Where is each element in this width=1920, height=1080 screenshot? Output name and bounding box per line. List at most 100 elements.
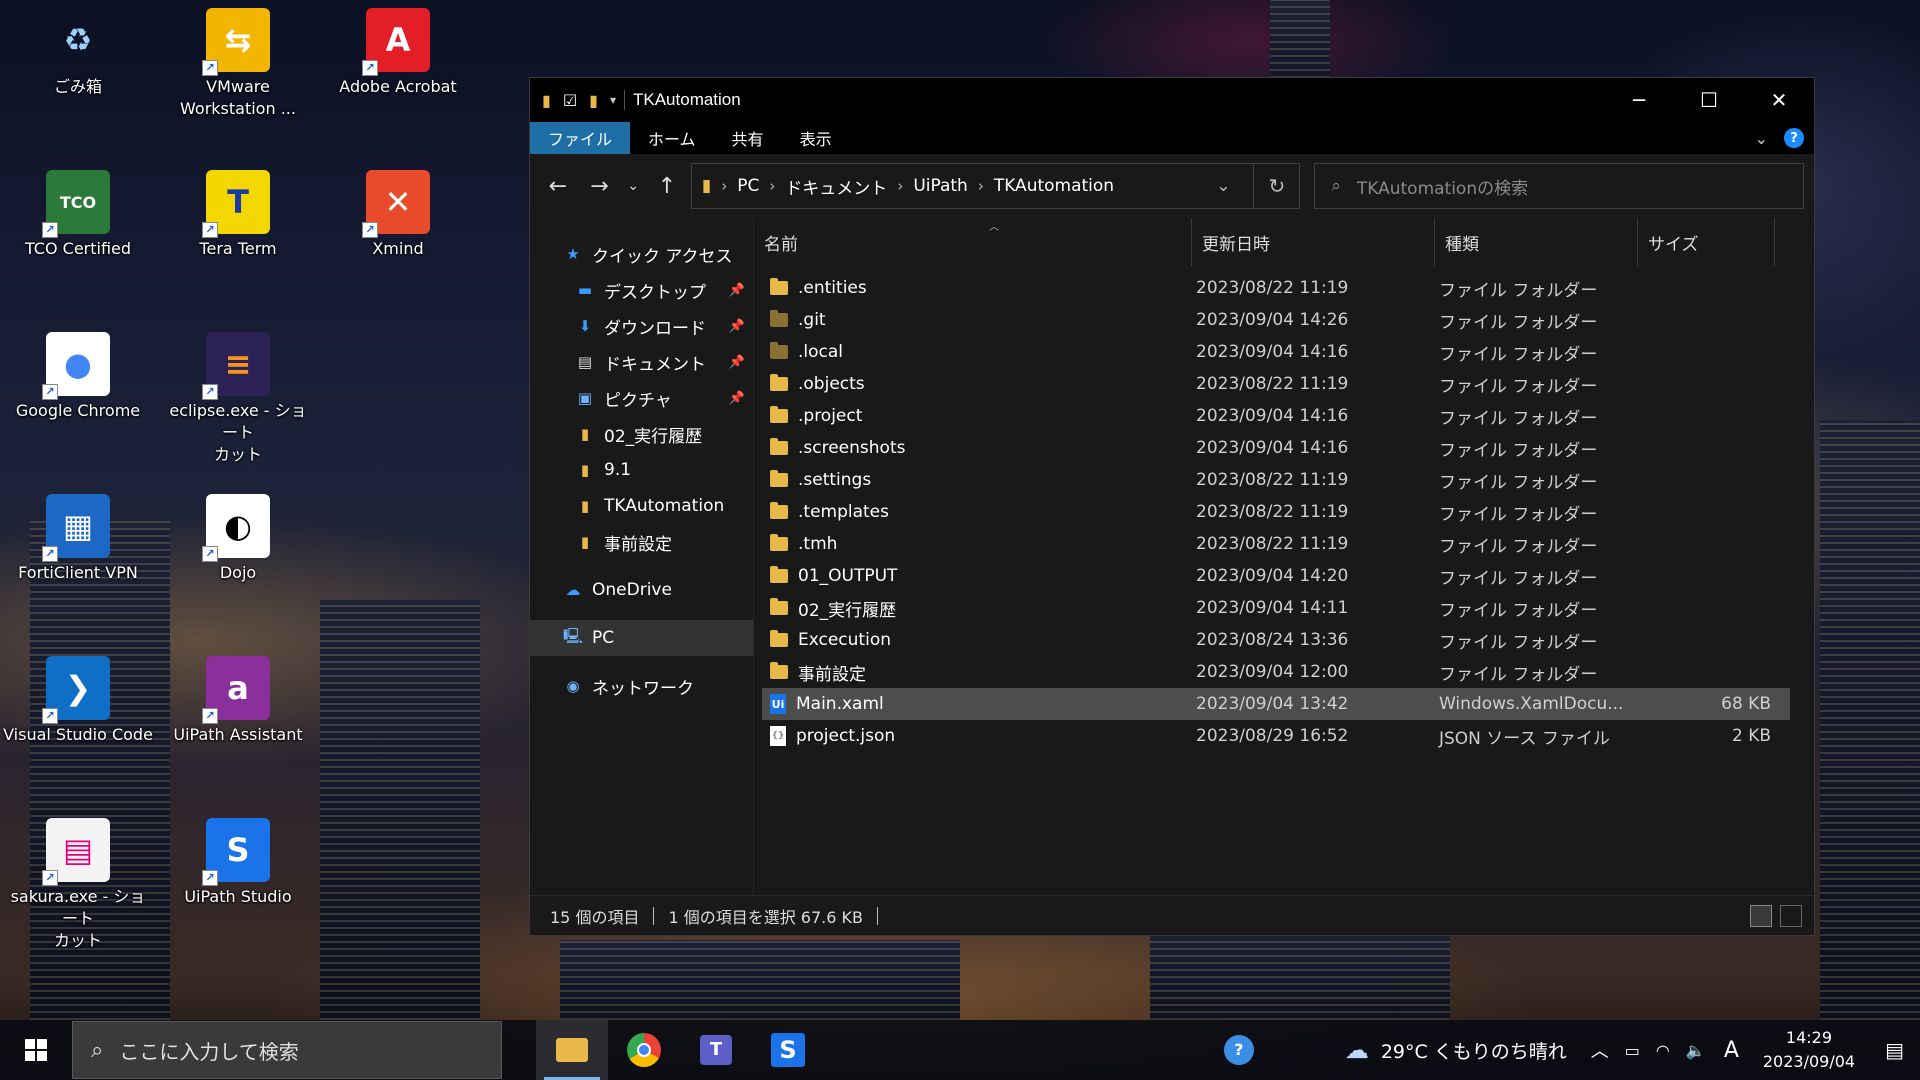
breadcrumb-tkautomation[interactable]: TKAutomation [994, 176, 1114, 196]
chevron-right-icon[interactable]: › [897, 177, 903, 195]
refresh-icon[interactable]: ↻ [1253, 164, 1299, 208]
desktop-icon-recycle-bin[interactable]: ♻ ごみ箱 [3, 8, 153, 98]
address-dropdown-icon[interactable]: ⌄ [1203, 176, 1243, 196]
file-row[interactable]: .templates 2023/08/22 11:19 ファイル フォルダー [762, 496, 1790, 528]
file-row[interactable]: .settings 2023/08/22 11:19 ファイル フォルダー [762, 464, 1790, 496]
breadcrumb-pc[interactable]: PC [737, 176, 759, 196]
chevron-right-icon[interactable]: › [721, 177, 727, 195]
tab-view[interactable]: 表示 [782, 122, 850, 154]
visual-studio-code-icon: ❯ ↗ [42, 656, 110, 724]
nav-quick-access[interactable]: ★ クイック アクセス [530, 236, 753, 272]
large-icons-view-icon[interactable] [1780, 904, 1802, 927]
taskbar-search-placeholder: ここに入力して検索 [119, 1039, 299, 1064]
file-row[interactable]: .git 2023/09/04 14:26 ファイル フォルダー [762, 304, 1790, 336]
up-icon[interactable]: ↑ [649, 174, 685, 199]
column-type[interactable]: 種類 [1435, 218, 1638, 266]
nav-item[interactable]: ▮ 事前設定 [530, 524, 753, 560]
volume-icon[interactable]: 🔈 [1678, 1041, 1714, 1060]
tab-file[interactable]: ファイル [530, 122, 631, 154]
nav-item[interactable]: ▮ 9.1 [530, 452, 753, 488]
breadcrumb-uipath[interactable]: UiPath [913, 176, 968, 196]
title-bar[interactable]: ▮ ☑ ▮ ▾ TKAutomation ─ ☐ ✕ [530, 78, 1814, 122]
column-name[interactable]: 名前 [754, 218, 1192, 266]
start-button[interactable] [0, 1020, 72, 1080]
wifi-icon[interactable]: ◠ [1648, 1041, 1678, 1060]
nav-item[interactable]: ▤ ドキュメント 📌 [530, 344, 753, 380]
taskbar-chrome[interactable] [608, 1020, 680, 1080]
nav-onedrive[interactable]: ☁ OneDrive [530, 572, 753, 608]
desktop-icon-tera-term[interactable]: T ↗ Tera Term [163, 170, 313, 260]
tab-share[interactable]: 共有 [714, 122, 782, 154]
help-icon[interactable]: ? [1784, 128, 1804, 148]
properties-icon[interactable]: ☑ [563, 91, 577, 110]
column-date[interactable]: 更新日時 [1192, 218, 1435, 266]
file-row[interactable]: .project 2023/09/04 14:16 ファイル フォルダー [762, 400, 1790, 432]
address-bar[interactable]: ▮ › PC › ドキュメント › UiPath › TKAutomation … [690, 163, 1301, 209]
maximize-button[interactable]: ☐ [1674, 78, 1744, 122]
breadcrumb-documents[interactable]: ドキュメント [785, 174, 887, 199]
desktop-icon-dojo[interactable]: ◐ ↗ Dojo [163, 494, 313, 584]
close-button[interactable]: ✕ [1744, 78, 1814, 122]
search-box[interactable]: ⌕ TKAutomationの検索 [1314, 163, 1804, 209]
taskbar-search[interactable]: ⌕ ここに入力して検索 [72, 1021, 502, 1079]
taskbar-uipath-studio[interactable]: S [752, 1020, 824, 1080]
desktop-icon-tco-certified[interactable]: TCO ↗ TCO Certified [3, 170, 153, 260]
notifications-icon[interactable]: ▤ [1869, 1038, 1920, 1062]
file-row[interactable]: .local 2023/09/04 14:16 ファイル フォルダー [762, 336, 1790, 368]
shortcut-arrow-icon: ↗ [42, 708, 58, 724]
details-view-icon[interactable] [1750, 904, 1772, 927]
nav-item[interactable]: ⬇ ダウンロード 📌 [530, 308, 753, 344]
weather-widget[interactable]: ☁ 29°C くもりのち晴れ [1329, 1036, 1583, 1064]
desktop-icon-uipath-studio[interactable]: S ↗ UiPath Studio [163, 818, 313, 908]
desktop-icon-vmware-workstation[interactable]: ⇆ ↗ VMware Workstation ... [163, 8, 313, 120]
file-row[interactable]: Ui Main.xaml 2023/09/04 13:42 Windows.XamlD… [762, 688, 1790, 720]
desktop-icon-sakura-editor[interactable]: ▤ ↗ sakura.exe - ショート カット [3, 818, 153, 952]
folder-icon: ▮ [580, 497, 590, 515]
nav-item[interactable]: ▬ デスクトップ 📌 [530, 272, 753, 308]
new-folder-icon[interactable]: ▮ [589, 91, 598, 110]
nav-item[interactable]: ▮ 02_実行履歴 [530, 416, 753, 452]
back-icon[interactable]: ← [540, 174, 576, 199]
file-row[interactable]: .tmh 2023/08/22 11:19 ファイル フォルダー [762, 528, 1790, 560]
nav-item[interactable]: ▮ TKAutomation [530, 488, 753, 524]
file-row[interactable]: .entities 2023/08/22 11:19 ファイル フォルダー [762, 272, 1790, 304]
file-row[interactable]: .objects 2023/08/22 11:19 ファイル フォルダー [762, 368, 1790, 400]
file-row[interactable]: 事前設定 2023/09/04 12:00 ファイル フォルダー [762, 656, 1790, 688]
desktop-icon-eclipse[interactable]: ≡ ↗ eclipse.exe - ショート カット [163, 332, 313, 466]
file-row[interactable]: {} project.json 2023/08/29 16:52 JSON ソース フ… [762, 720, 1790, 752]
taskbar-file-explorer[interactable] [536, 1020, 608, 1080]
desktop-icon-forticlient-vpn[interactable]: ▦ ↗ FortiClient VPN [3, 494, 153, 584]
tab-home[interactable]: ホーム [630, 122, 714, 154]
taskbar-teams[interactable]: T [680, 1020, 752, 1080]
forticlient-vpn-icon: ▦ ↗ [42, 494, 110, 562]
help-tray-icon[interactable]: ? [1209, 1020, 1269, 1080]
file-explorer-window[interactable]: ▮ ☑ ▮ ▾ TKAutomation ─ ☐ ✕ ファイル ホーム 共有 表… [529, 77, 1815, 936]
battery-icon[interactable]: ▭ [1617, 1041, 1648, 1060]
chevron-right-icon[interactable]: › [769, 177, 775, 195]
wallpaper-building [1150, 930, 1450, 1020]
desktop-icon-xmind[interactable]: ✕ ↗ Xmind [323, 170, 473, 260]
show-hidden-icons[interactable]: ︿ [1583, 1037, 1617, 1063]
column-size[interactable]: サイズ [1638, 218, 1775, 266]
file-row[interactable]: .screenshots 2023/09/04 14:16 ファイル フォルダー [762, 432, 1790, 464]
ime-indicator[interactable]: A [1714, 1038, 1749, 1063]
desktop-icon-google-chrome[interactable]: ● ↗ Google Chrome [3, 332, 153, 422]
file-type: Windows.XamlDocu... [1439, 694, 1624, 714]
file-row[interactable]: 02_実行履歴 2023/09/04 14:11 ファイル フォルダー [762, 592, 1790, 624]
file-row[interactable]: Excecution 2023/08/24 13:36 ファイル フォルダー [762, 624, 1790, 656]
nav-item[interactable]: ▣ ピクチャ 📌 [530, 380, 753, 416]
nav-pc[interactable]: 🖳 PC [530, 620, 753, 656]
nav-network[interactable]: ◉ ネットワーク [530, 668, 753, 704]
clock[interactable]: 14:29 2023/09/04 [1749, 1026, 1869, 1074]
forward-icon[interactable]: → [582, 174, 618, 199]
explorer-body: ★ クイック アクセス ▬ デスクトップ 📌 ⬇ ダウンロード 📌 ▤ ドキュメント 📌 ▣ ピクチ… [530, 218, 1814, 895]
expand-ribbon-icon[interactable]: ⌄ [1755, 129, 1768, 148]
desktop-icon-visual-studio-code[interactable]: ❯ ↗ Visual Studio Code [3, 656, 153, 746]
desktop-icon-uipath-assistant[interactable]: a ↗ UiPath Assistant [163, 656, 313, 746]
desktop-icon-adobe-acrobat[interactable]: A ↗ Adobe Acrobat [323, 8, 473, 98]
file-row[interactable]: 01_OUTPUT 2023/09/04 14:20 ファイル フォルダー [762, 560, 1790, 592]
recent-locations-icon[interactable]: ⌄ [623, 178, 643, 194]
customize-qat-icon[interactable]: ▾ [610, 93, 616, 107]
minimize-button[interactable]: ─ [1604, 78, 1674, 122]
chevron-right-icon[interactable]: › [978, 177, 984, 195]
